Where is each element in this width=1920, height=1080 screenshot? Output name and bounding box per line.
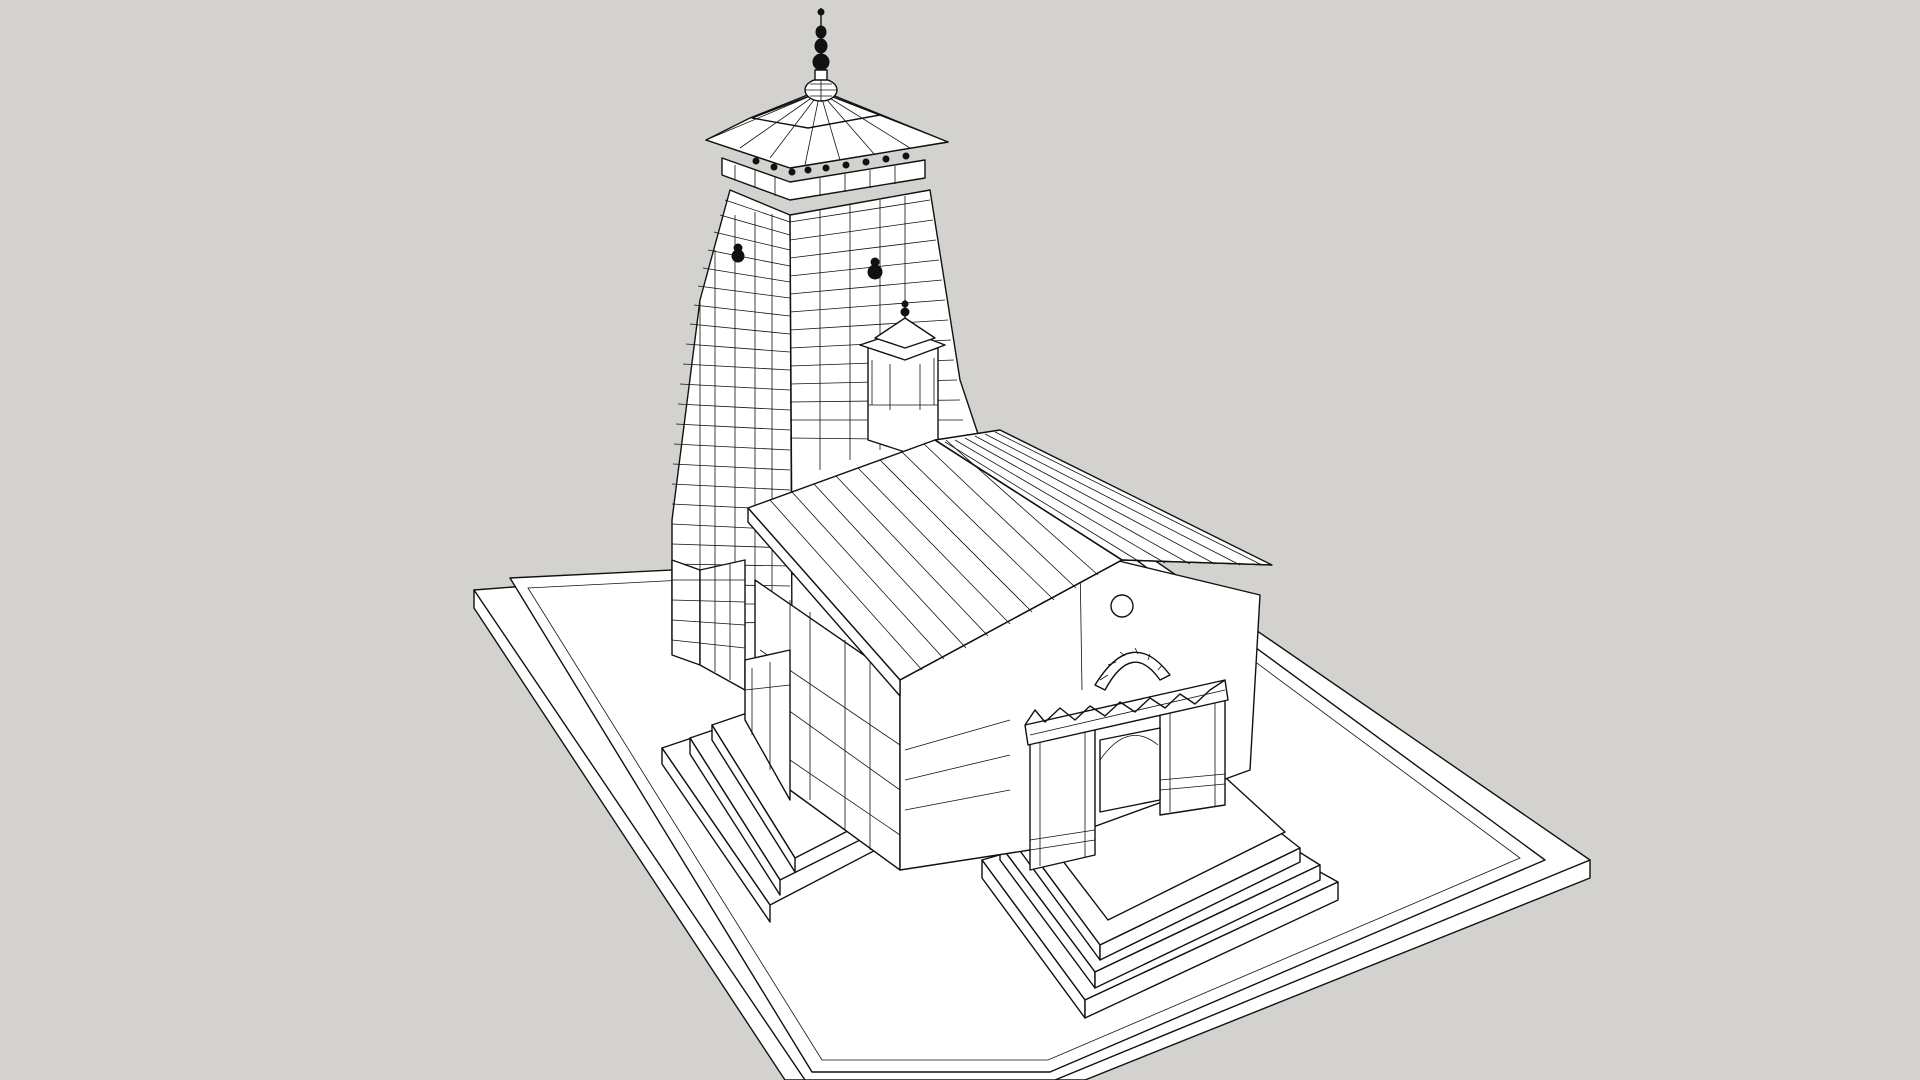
tower-canopy	[705, 8, 949, 201]
model-viewport[interactable]	[0, 0, 1920, 1080]
temple-model	[473, 8, 1591, 1080]
